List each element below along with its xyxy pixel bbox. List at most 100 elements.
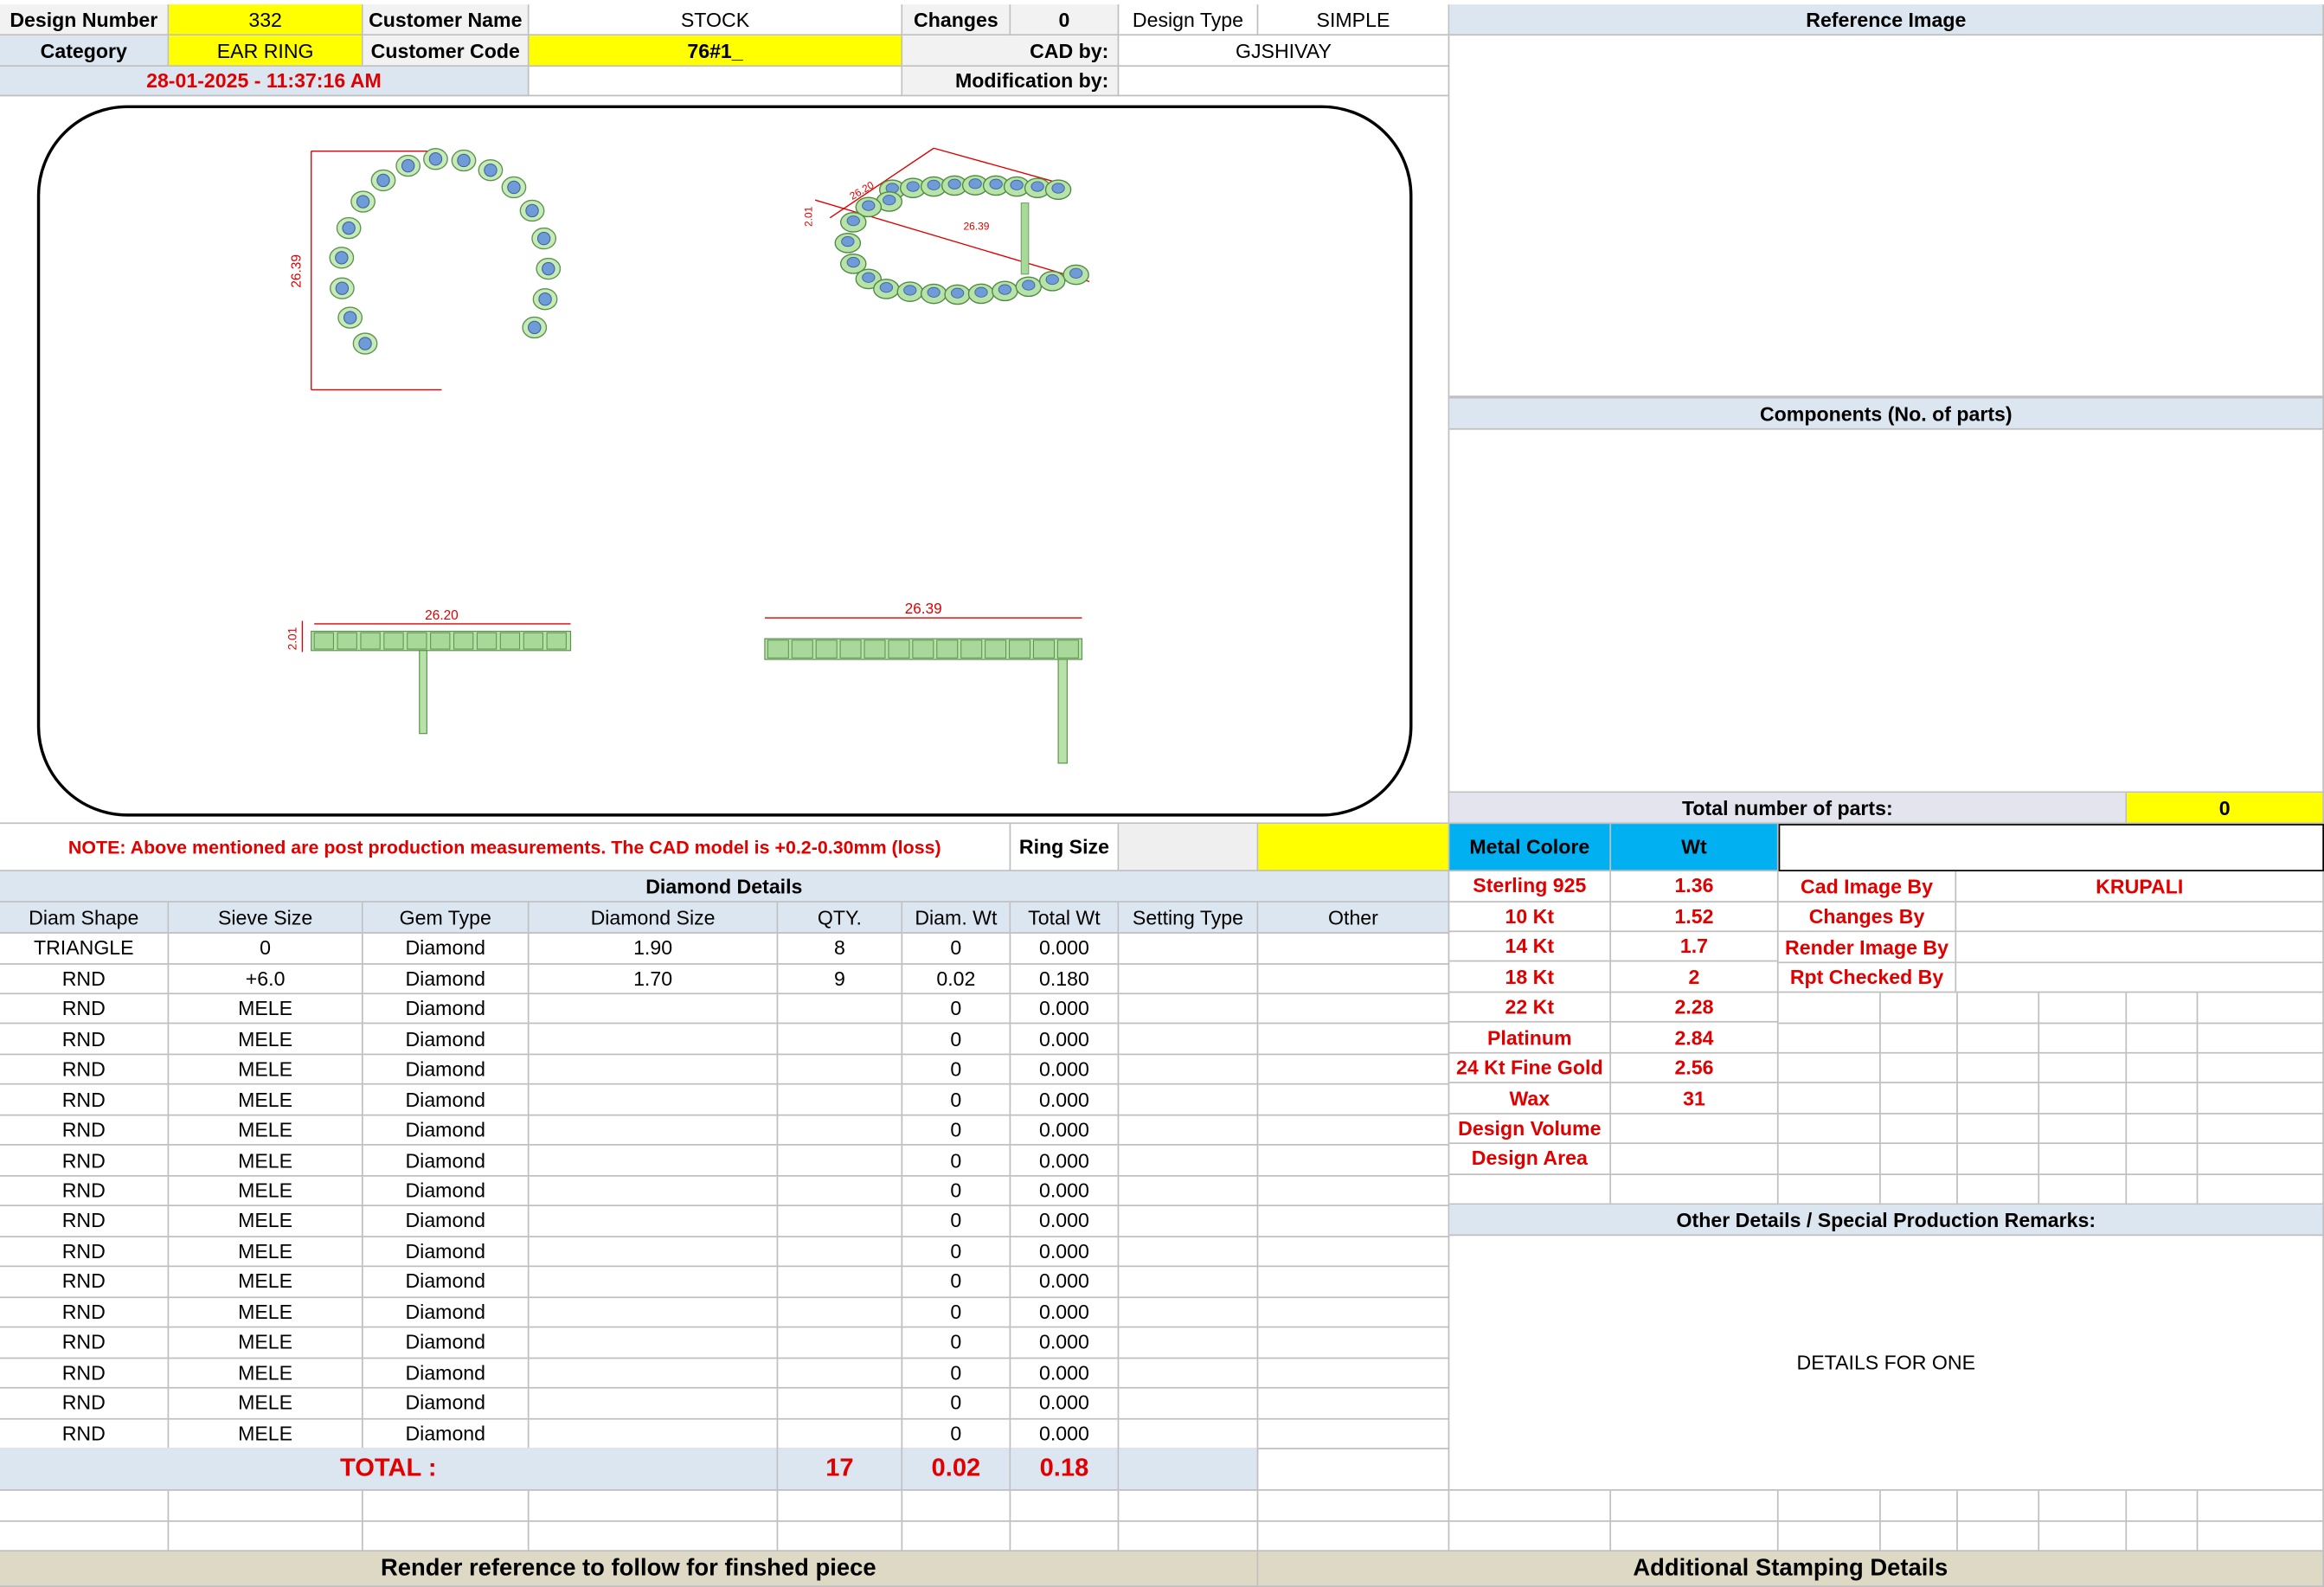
cell-other[interactable] (1258, 1176, 1450, 1207)
cell-diam-wt[interactable]: 0 (902, 1055, 1011, 1086)
cell-diam-shape[interactable]: RND (0, 1176, 170, 1207)
blank-cell[interactable] (2127, 1490, 2199, 1522)
grid-cell[interactable] (2039, 1144, 2128, 1175)
cell-diam-wt[interactable]: 0 (902, 1297, 1011, 1328)
cad-by-value[interactable]: GJSHIVAY (1119, 35, 1450, 67)
cell-total-wt[interactable]: 0.000 (1011, 1115, 1120, 1147)
cell-other[interactable] (1258, 1146, 1450, 1177)
cell-sieve-size[interactable]: MELE (169, 1418, 363, 1449)
design-type-value[interactable]: SIMPLE (1258, 4, 1450, 36)
grid-cell[interactable] (2127, 993, 2199, 1024)
blank-cell[interactable] (1258, 1520, 1450, 1552)
cell-setting-type[interactable] (1119, 1025, 1259, 1056)
cell-qty[interactable] (778, 1115, 903, 1147)
grid-cell[interactable] (1957, 1114, 2040, 1145)
cell-gem-type[interactable]: Diamond (363, 1025, 530, 1056)
cell-total-wt[interactable]: 0.000 (1011, 1176, 1120, 1207)
cell-qty[interactable] (778, 1025, 903, 1056)
cell-setting-type[interactable] (1119, 1115, 1259, 1147)
cell-diam-shape[interactable]: RND (0, 993, 170, 1025)
cell-setting-type[interactable] (1119, 1418, 1259, 1449)
cell-sieve-size[interactable]: MELE (169, 993, 363, 1025)
cell-diam-shape[interactable]: RND (0, 963, 170, 995)
cell-sieve-size[interactable]: MELE (169, 1055, 363, 1086)
ring-size-value[interactable] (1258, 824, 1450, 871)
cell-gem-type[interactable]: Diamond (363, 1146, 530, 1177)
cell-diam-wt[interactable]: 0 (902, 1115, 1011, 1147)
cell-diamond-size[interactable] (529, 1085, 779, 1116)
grid-cell[interactable] (1880, 1174, 1958, 1205)
cell-setting-type[interactable] (1119, 933, 1259, 964)
grid-cell[interactable] (2039, 1083, 2128, 1115)
cell-gem-type[interactable]: Diamond (363, 1358, 530, 1389)
remarks-text[interactable]: DETAILS FOR ONE (1449, 1236, 2324, 1491)
grid-cell[interactable] (2039, 1053, 2128, 1084)
cell-diam-shape[interactable]: RND (0, 1297, 170, 1328)
cell-qty[interactable]: 9 (778, 963, 903, 995)
cell-gem-type[interactable]: Diamond (363, 1115, 530, 1147)
cell-qty[interactable] (778, 1085, 903, 1116)
cell-diam-wt[interactable]: 0 (902, 1327, 1011, 1359)
cell-diamond-size[interactable] (529, 1025, 779, 1056)
blank-cell[interactable] (2039, 1520, 2128, 1552)
cell-diam-wt[interactable]: 0.02 (902, 963, 1011, 995)
cell-other[interactable] (1258, 1388, 1450, 1419)
cell-sieve-size[interactable]: MELE (169, 1206, 363, 1237)
grid-cell[interactable] (1880, 993, 1958, 1024)
blank-cell[interactable] (778, 1520, 903, 1552)
cell-diam-shape[interactable]: RND (0, 1206, 170, 1237)
blank-cell[interactable] (529, 1520, 779, 1552)
blank-cell[interactable] (2198, 1520, 2324, 1552)
cell-other[interactable] (1258, 963, 1450, 995)
cell-diamond-size[interactable] (529, 1237, 779, 1268)
cell-setting-type[interactable] (1119, 993, 1259, 1025)
cell-qty[interactable] (778, 1267, 903, 1298)
cell-diam-shape[interactable]: RND (0, 1085, 170, 1116)
cell-qty[interactable] (778, 1358, 903, 1389)
cell-setting-type[interactable] (1119, 1206, 1259, 1237)
metal-wt[interactable]: 2.28 (1611, 993, 1779, 1024)
cell-gem-type[interactable]: Diamond (363, 1237, 530, 1268)
blank-cell[interactable] (1011, 1520, 1120, 1552)
cell-qty[interactable] (778, 1297, 903, 1328)
design-number-value[interactable]: 332 (169, 4, 363, 36)
cell-diam-shape[interactable]: RND (0, 1115, 170, 1147)
cell-gem-type[interactable]: Diamond (363, 1297, 530, 1328)
cell-diam-wt[interactable]: 0 (902, 933, 1011, 964)
grid-cell[interactable] (1880, 1114, 1958, 1145)
modification-value[interactable] (1119, 67, 1450, 97)
metal-wt[interactable]: 1.52 (1611, 902, 1779, 933)
cell-sieve-size[interactable]: MELE (169, 1327, 363, 1359)
cell-total-wt[interactable]: 0.000 (1011, 1206, 1120, 1237)
cell-diamond-size[interactable] (529, 1206, 779, 1237)
blank-cell[interactable] (363, 1520, 530, 1552)
grid-cell[interactable] (1957, 1053, 2040, 1084)
cell-gem-type[interactable]: Diamond (363, 963, 530, 995)
cell-setting-type[interactable] (1119, 1388, 1259, 1419)
metal-wt[interactable]: 31 (1611, 1083, 1779, 1115)
metal-wt[interactable]: 1.36 (1611, 871, 1779, 903)
cell-diam-wt[interactable]: 0 (902, 1267, 1011, 1298)
cell-diam-wt[interactable]: 0 (902, 1388, 1011, 1419)
cell-other[interactable] (1258, 1358, 1450, 1389)
cell-diam-shape[interactable]: RND (0, 1358, 170, 1389)
cell-total-wt[interactable]: 0.000 (1011, 993, 1120, 1025)
cell-diamond-size[interactable]: 1.70 (529, 963, 779, 995)
cell-qty[interactable] (778, 1237, 903, 1268)
cell-total-wt[interactable]: 0.000 (1011, 1327, 1120, 1359)
cell-diamond-size[interactable] (529, 1176, 779, 1207)
cell-diamond-size[interactable] (529, 1388, 779, 1419)
cell-qty[interactable] (778, 1176, 903, 1207)
grid-cell[interactable] (2127, 1053, 2199, 1084)
grid-cell[interactable] (2198, 1053, 2324, 1084)
cell-qty[interactable] (778, 1206, 903, 1237)
grid-cell[interactable] (2039, 1114, 2128, 1145)
grid-cell[interactable] (2127, 1023, 2199, 1054)
grid-cell[interactable] (2198, 993, 2324, 1024)
cell-other[interactable] (1258, 1297, 1450, 1328)
blank-cell[interactable] (1778, 1520, 1881, 1552)
metal-wt[interactable]: 2.84 (1611, 1023, 1779, 1054)
cell-diamond-size[interactable] (529, 1418, 779, 1449)
cell-total-wt[interactable]: 0.000 (1011, 1055, 1120, 1086)
changes-value[interactable]: 0 (1011, 4, 1120, 36)
